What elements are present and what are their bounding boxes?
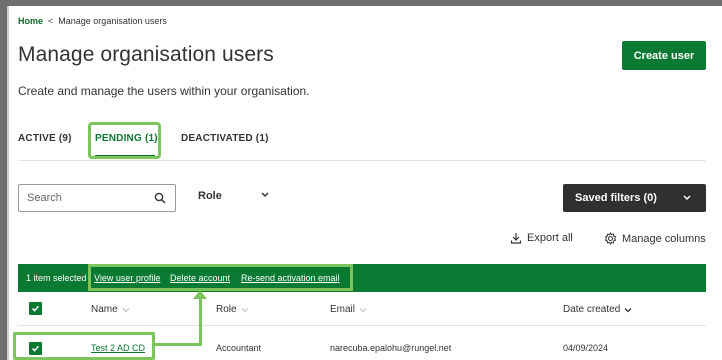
table-header-row: Name Role Email Date created — [18, 292, 706, 326]
sort-icon — [624, 307, 632, 312]
column-header-date-created-label: Date created — [563, 304, 621, 315]
export-all-label: Export all — [527, 232, 573, 244]
annotation-arrow-head — [193, 290, 207, 299]
manage-columns-button[interactable]: Manage columns — [604, 232, 706, 245]
column-header-name-label: Name — [91, 304, 118, 315]
row-highlight — [13, 332, 155, 360]
user-date-created: 04/09/2024 — [563, 343, 609, 353]
column-header-role-label: Role — [216, 304, 237, 315]
chevron-down-icon — [261, 192, 269, 198]
sort-icon — [122, 307, 130, 312]
search-box — [18, 184, 176, 212]
saved-filters-label: Saved filters (0) — [575, 192, 657, 204]
search-input[interactable] — [27, 192, 147, 204]
gear-icon — [604, 232, 617, 245]
saved-filters-dropdown[interactable]: Saved filters (0) — [563, 184, 706, 212]
user-email: narecuba.epalohu@rungel.net — [330, 343, 452, 353]
role-filter-dropdown[interactable]: Role — [198, 190, 269, 202]
checkmark-icon — [31, 305, 40, 312]
role-filter-label: Role — [198, 190, 222, 202]
annotation-arrow-line — [155, 343, 202, 346]
sort-icon — [359, 307, 367, 312]
download-icon — [510, 233, 522, 244]
breadcrumb-home-link[interactable]: Home — [18, 16, 43, 26]
breadcrumb-current: Manage organisation users — [58, 16, 167, 26]
window-edge-left-inner — [7, 6, 9, 360]
tab-deactivated[interactable]: DEACTIVATED (1) — [181, 133, 269, 144]
selection-count: 1 item selected — [26, 273, 87, 283]
window-edge-top — [0, 0, 722, 6]
tabs-divider — [18, 160, 706, 161]
column-header-date-created[interactable]: Date created — [563, 304, 632, 315]
pending-tab-highlight — [88, 122, 161, 159]
manage-columns-label: Manage columns — [622, 232, 706, 245]
page-title: Manage organisation users — [18, 43, 274, 66]
column-header-name[interactable]: Name — [91, 304, 130, 315]
window-edge-left — [0, 0, 7, 360]
column-header-role[interactable]: Role — [216, 304, 249, 315]
export-all-button[interactable]: Export all — [510, 232, 573, 244]
create-user-button[interactable]: Create user — [622, 41, 706, 70]
search-icon[interactable] — [154, 192, 166, 204]
breadcrumb-separator: < — [48, 16, 54, 26]
column-header-email[interactable]: Email — [330, 304, 367, 315]
page: Home < Manage organisation users Manage … — [0, 0, 722, 360]
tab-active[interactable]: ACTIVE (9) — [18, 133, 72, 144]
breadcrumb: Home < Manage organisation users — [18, 16, 167, 26]
column-header-email-label: Email — [330, 304, 356, 315]
user-role: Accountant — [216, 343, 262, 353]
sort-icon — [241, 307, 248, 312]
annotation-arrow-line — [199, 298, 202, 346]
actions-highlight — [88, 264, 353, 291]
select-all-checkbox[interactable] — [29, 302, 42, 315]
chevron-down-icon — [683, 195, 691, 201]
page-subtitle: Create and manage the users within your … — [18, 84, 310, 98]
